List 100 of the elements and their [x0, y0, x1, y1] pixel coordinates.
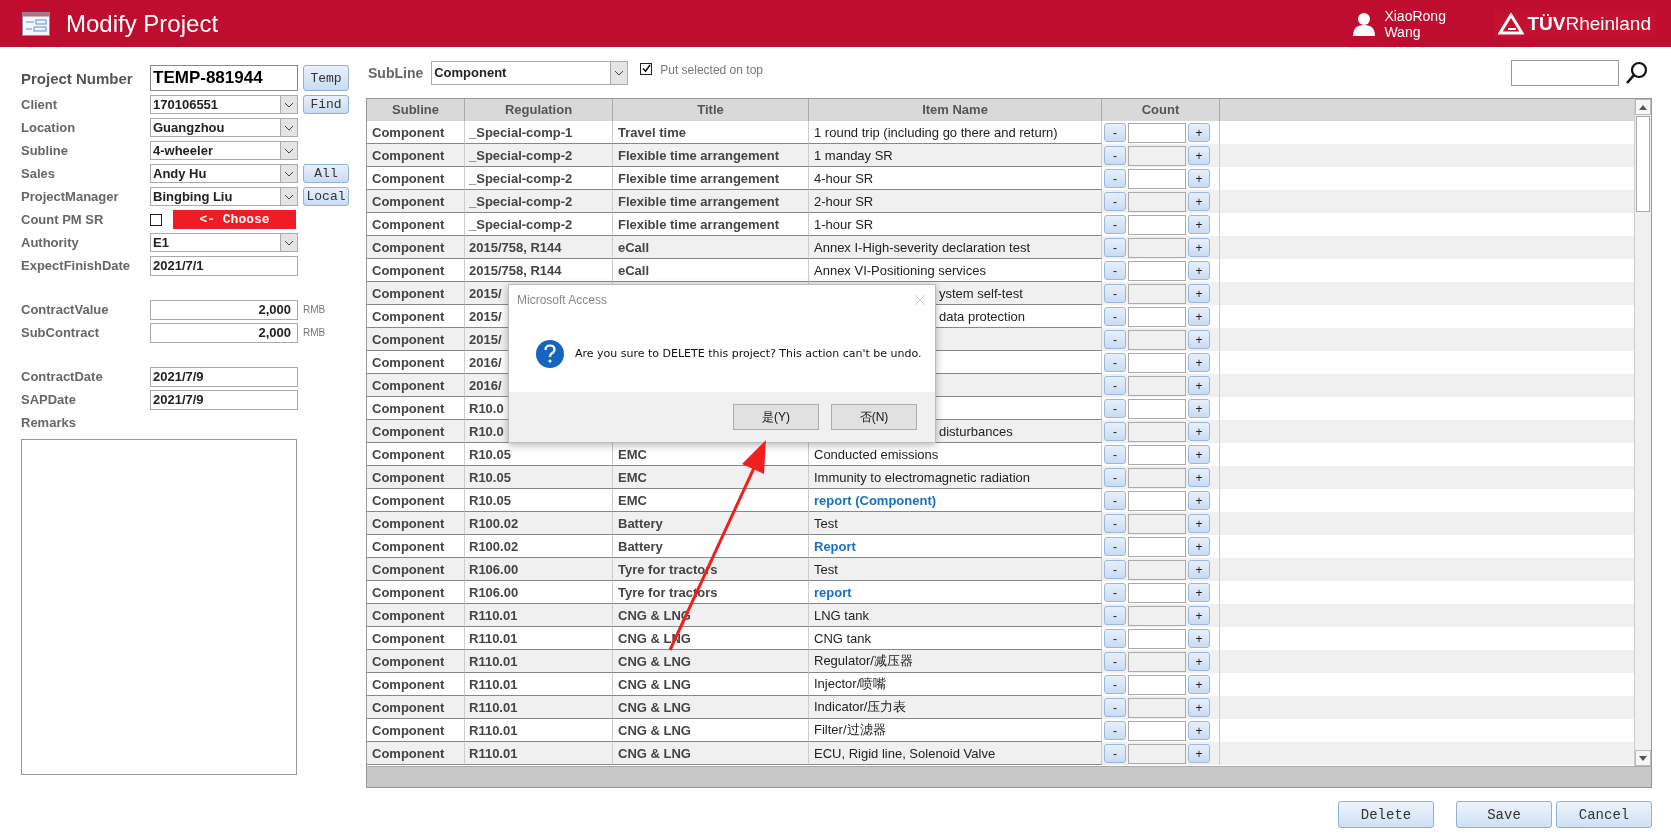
count-field[interactable]	[1128, 168, 1186, 189]
decrement-button[interactable]: -	[1104, 376, 1126, 395]
horizontal-scrollbar[interactable]	[367, 766, 1651, 787]
increment-button[interactable]: +	[1188, 238, 1210, 257]
decrement-button[interactable]: -	[1104, 169, 1126, 188]
dropdown-field[interactable]: Bingbing Liu	[150, 187, 298, 206]
count-field[interactable]	[1128, 674, 1186, 695]
decrement-button[interactable]: -	[1104, 721, 1126, 740]
down-arrow-icon[interactable]	[1639, 755, 1647, 761]
increment-button[interactable]: +	[1188, 468, 1210, 487]
increment-button[interactable]: +	[1188, 284, 1210, 303]
increment-button[interactable]: +	[1188, 491, 1210, 510]
increment-button[interactable]: +	[1188, 353, 1210, 372]
increment-button[interactable]: +	[1188, 261, 1210, 280]
decrement-button[interactable]: -	[1104, 215, 1126, 234]
increment-button[interactable]: +	[1188, 675, 1210, 694]
decrement-button[interactable]: -	[1104, 445, 1126, 464]
increment-button[interactable]: +	[1188, 514, 1210, 533]
subline-dropdown[interactable]: Component	[431, 60, 629, 85]
increment-button[interactable]: +	[1188, 560, 1210, 579]
count-field[interactable]	[1128, 697, 1186, 718]
decrement-button[interactable]: -	[1104, 744, 1126, 763]
save-button[interactable]: Save	[1456, 801, 1552, 828]
decrement-button[interactable]: -	[1104, 468, 1126, 487]
side-button[interactable]: Local	[303, 187, 349, 206]
count-field[interactable]	[1128, 421, 1186, 442]
increment-button[interactable]: +	[1188, 169, 1210, 188]
count-field[interactable]	[1128, 214, 1186, 235]
increment-button[interactable]: +	[1188, 629, 1210, 648]
decrement-button[interactable]: -	[1104, 675, 1126, 694]
count-field[interactable]	[1128, 237, 1186, 258]
dropdown-field[interactable]: Andy Hu	[150, 164, 298, 183]
cancel-button[interactable]: Cancel	[1556, 801, 1652, 828]
count-field[interactable]	[1128, 559, 1186, 580]
count-field[interactable]	[1128, 191, 1186, 212]
increment-button[interactable]: +	[1188, 192, 1210, 211]
increment-button[interactable]: +	[1188, 721, 1210, 740]
dropdown-field[interactable]: 4-wheeler	[150, 141, 298, 160]
count-field[interactable]	[1128, 329, 1186, 350]
checkbox[interactable]	[640, 62, 653, 75]
delete-button[interactable]: Delete	[1338, 801, 1434, 828]
decrement-button[interactable]: -	[1104, 629, 1126, 648]
item-link[interactable]: report (Component)	[814, 492, 937, 508]
increment-button[interactable]: +	[1188, 744, 1210, 763]
count-field[interactable]	[1128, 605, 1186, 626]
increment-button[interactable]: +	[1188, 652, 1210, 671]
decrement-button[interactable]: -	[1104, 123, 1126, 142]
decrement-button[interactable]: -	[1104, 330, 1126, 349]
decrement-button[interactable]: -	[1104, 652, 1126, 671]
increment-button[interactable]: +	[1188, 123, 1210, 142]
choose-button[interactable]: <- Choose	[173, 210, 296, 229]
decrement-button[interactable]: -	[1104, 399, 1126, 418]
item-link[interactable]: report	[814, 584, 852, 600]
text-field[interactable]: 2021/7/9	[150, 389, 298, 410]
increment-button[interactable]: +	[1188, 698, 1210, 717]
scrollbar-thumb[interactable]	[1636, 116, 1650, 212]
side-button[interactable]: Temp	[303, 65, 349, 91]
count-field[interactable]	[1128, 122, 1186, 143]
increment-button[interactable]: +	[1188, 146, 1210, 165]
number-field[interactable]: 2,000	[150, 322, 298, 343]
increment-button[interactable]: +	[1188, 307, 1210, 326]
count-field[interactable]	[1128, 582, 1186, 603]
decrement-button[interactable]: -	[1104, 537, 1126, 556]
search-icon[interactable]	[1625, 60, 1649, 85]
increment-button[interactable]: +	[1188, 537, 1210, 556]
side-button[interactable]: Find	[303, 95, 349, 114]
count-field[interactable]	[1128, 352, 1186, 373]
no-button[interactable]: 否(N)	[831, 404, 917, 430]
search-field[interactable]	[1511, 59, 1619, 86]
count-field[interactable]	[1128, 743, 1186, 764]
close-icon[interactable]	[915, 295, 925, 305]
side-button[interactable]: All	[303, 164, 349, 183]
increment-button[interactable]: +	[1188, 606, 1210, 625]
decrement-button[interactable]: -	[1104, 353, 1126, 372]
scrollbar[interactable]	[1634, 99, 1651, 766]
decrement-button[interactable]: -	[1104, 146, 1126, 165]
decrement-button[interactable]: -	[1104, 422, 1126, 441]
count-field[interactable]	[1128, 536, 1186, 557]
text-field[interactable]: 2021/7/9	[150, 366, 298, 387]
decrement-button[interactable]: -	[1104, 606, 1126, 625]
increment-button[interactable]: +	[1188, 376, 1210, 395]
count-field[interactable]	[1128, 306, 1186, 327]
decrement-button[interactable]: -	[1104, 261, 1126, 280]
decrement-button[interactable]: -	[1104, 192, 1126, 211]
count-field[interactable]	[1128, 398, 1186, 419]
increment-button[interactable]: +	[1188, 583, 1210, 602]
dropdown-field[interactable]: 170106551	[150, 95, 298, 114]
increment-button[interactable]: +	[1188, 399, 1210, 418]
number-field[interactable]: 2,000	[150, 299, 298, 320]
count-field[interactable]	[1128, 145, 1186, 166]
count-field[interactable]	[1128, 628, 1186, 649]
up-arrow-icon[interactable]	[1639, 104, 1647, 110]
remarks-field[interactable]	[21, 439, 297, 775]
count-field[interactable]	[1128, 490, 1186, 511]
increment-button[interactable]: +	[1188, 330, 1210, 349]
count-field[interactable]	[1128, 651, 1186, 672]
dropdown-field[interactable]: Guangzhou	[150, 118, 298, 137]
count-field[interactable]	[1128, 513, 1186, 534]
decrement-button[interactable]: -	[1104, 583, 1126, 602]
project-number-field[interactable]: TEMP-881944	[150, 65, 298, 91]
